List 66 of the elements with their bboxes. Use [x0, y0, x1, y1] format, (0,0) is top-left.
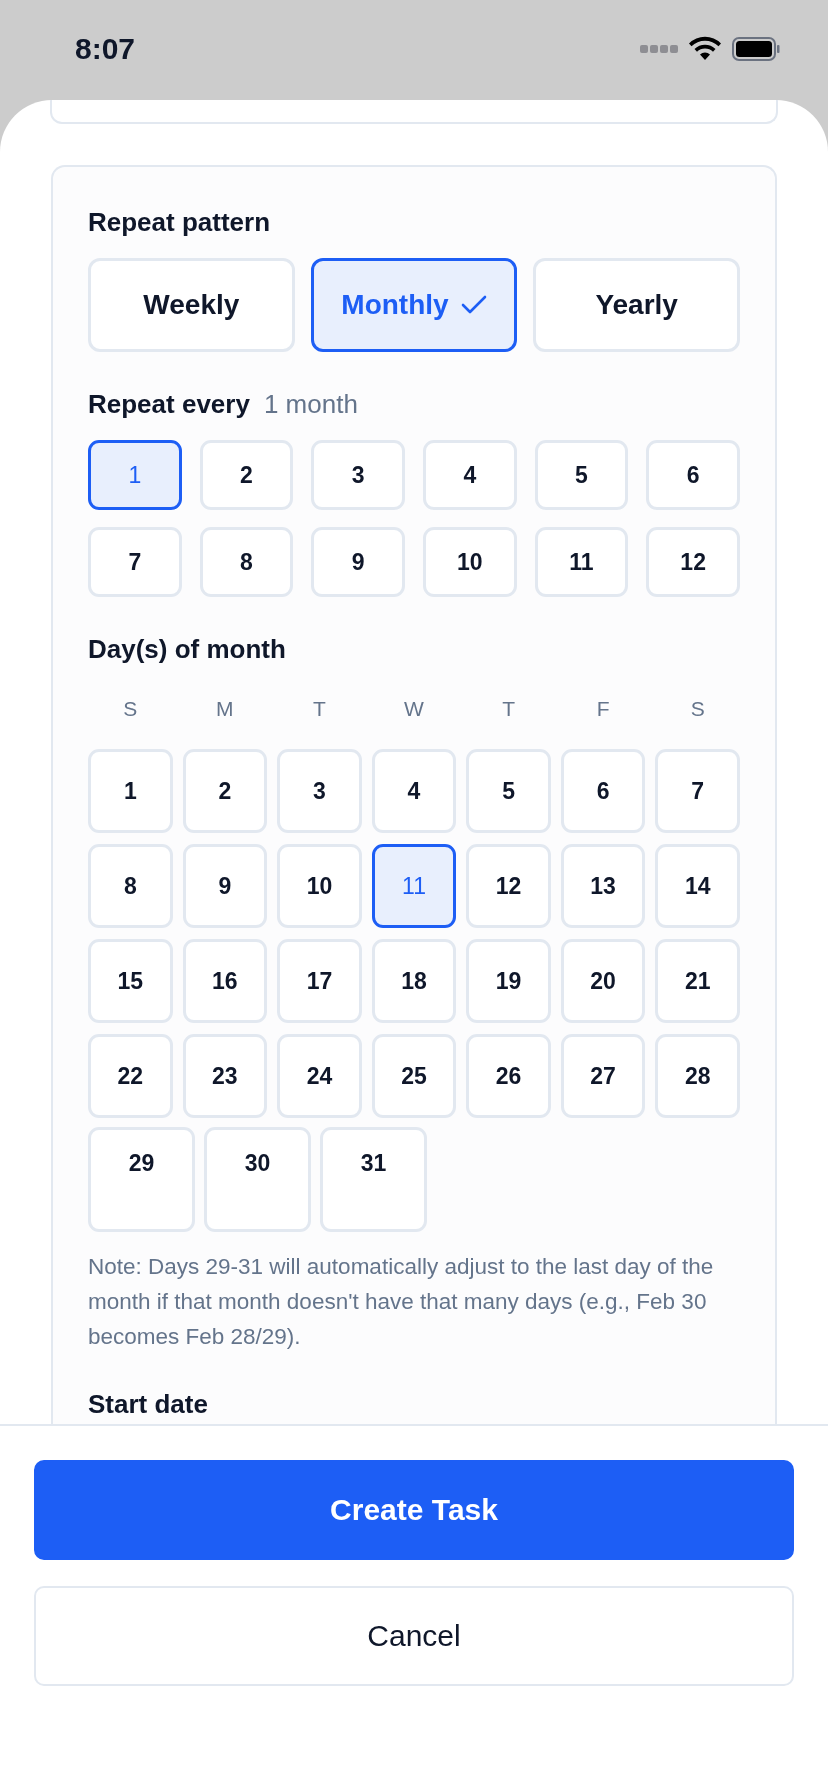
- interval-option[interactable]: 3: [311, 440, 405, 510]
- day-option[interactable]: 13: [560, 844, 646, 928]
- day-option[interactable]: 18: [371, 939, 457, 1023]
- interval-option[interactable]: 11: [534, 527, 629, 597]
- weekday-label: S: [122, 697, 139, 721]
- interval-option[interactable]: 2: [199, 440, 294, 510]
- day-option[interactable]: 21: [655, 939, 740, 1023]
- day-option[interactable]: 5: [466, 749, 551, 833]
- day-option[interactable]: 19: [466, 939, 551, 1023]
- weekday-label: W: [403, 697, 425, 721]
- day-option[interactable]: 26: [466, 1034, 551, 1118]
- section-label: Repeat every: [88, 388, 250, 420]
- pattern-option[interactable]: Monthly: [310, 258, 518, 352]
- interval-value: 1 month: [263, 388, 358, 420]
- cancel-button[interactable]: Cancel: [34, 1586, 794, 1686]
- create-button[interactable]: Create Task: [34, 1460, 794, 1560]
- day-option[interactable]: 16: [182, 939, 268, 1023]
- day-option[interactable]: 12: [466, 844, 551, 928]
- day-option[interactable]: 24: [277, 1034, 362, 1118]
- day-option[interactable]: 14: [655, 844, 740, 928]
- weekday-label: T: [312, 697, 327, 721]
- weekday-label: M: [215, 697, 235, 721]
- section-label: Day(s) of month: [88, 633, 286, 665]
- section-label: Start date: [88, 1388, 209, 1420]
- interval-option[interactable]: 10: [423, 527, 517, 597]
- day-option[interactable]: 15: [88, 939, 173, 1023]
- day-option[interactable]: 27: [560, 1034, 646, 1118]
- weekday-label: F: [595, 697, 611, 721]
- day-option[interactable]: 1: [88, 749, 173, 833]
- day-option[interactable]: 6: [560, 749, 646, 833]
- day-option[interactable]: 2: [182, 749, 268, 833]
- section-label: Repeat pattern: [88, 206, 272, 238]
- note-text: Note: Days 29-31 will automatically adjust to the last day of the month if that month doesn't have that many days (e.g., Feb 30 becomes Feb 28/29).: [88, 1253, 715, 1351]
- day-option[interactable]: 3: [277, 749, 362, 833]
- interval-option[interactable]: 1: [88, 440, 182, 510]
- day-option[interactable]: 10: [277, 844, 362, 928]
- pattern-option[interactable]: Yearly: [533, 258, 740, 352]
- day-option[interactable]: 23: [182, 1034, 268, 1118]
- interval-option[interactable]: 9: [311, 527, 405, 597]
- day-option[interactable]: 17: [277, 939, 362, 1023]
- day-option[interactable]: 11: [371, 844, 457, 928]
- interval-option[interactable]: 4: [423, 440, 517, 510]
- weekday-label: S: [689, 697, 706, 721]
- interval-option[interactable]: 5: [534, 440, 629, 510]
- interval-option[interactable]: 12: [646, 527, 740, 597]
- day-option[interactable]: 4: [371, 749, 457, 833]
- day-option[interactable]: 7: [655, 749, 740, 833]
- day-option[interactable]: 28: [655, 1034, 740, 1118]
- pattern-option[interactable]: Weekly: [88, 258, 295, 352]
- check-icon: [460, 295, 487, 315]
- interval-option[interactable]: 7: [88, 527, 182, 597]
- day-option[interactable]: 20: [560, 939, 646, 1023]
- day-option[interactable]: 8: [88, 844, 173, 928]
- day-option[interactable]: 29: [88, 1127, 195, 1232]
- interval-option[interactable]: 8: [199, 527, 294, 597]
- day-option[interactable]: 25: [371, 1034, 457, 1118]
- signal-icon: [640, 44, 678, 54]
- day-option[interactable]: 22: [88, 1034, 173, 1118]
- day-option[interactable]: 31: [320, 1127, 427, 1232]
- day-option[interactable]: 30: [204, 1127, 311, 1232]
- weekday-label: T: [501, 697, 516, 721]
- status-time: 8:07: [75, 32, 136, 66]
- wifi-icon: [688, 36, 722, 62]
- battery-icon: [732, 37, 780, 61]
- interval-option[interactable]: 6: [646, 440, 740, 510]
- day-option[interactable]: 9: [182, 844, 268, 928]
